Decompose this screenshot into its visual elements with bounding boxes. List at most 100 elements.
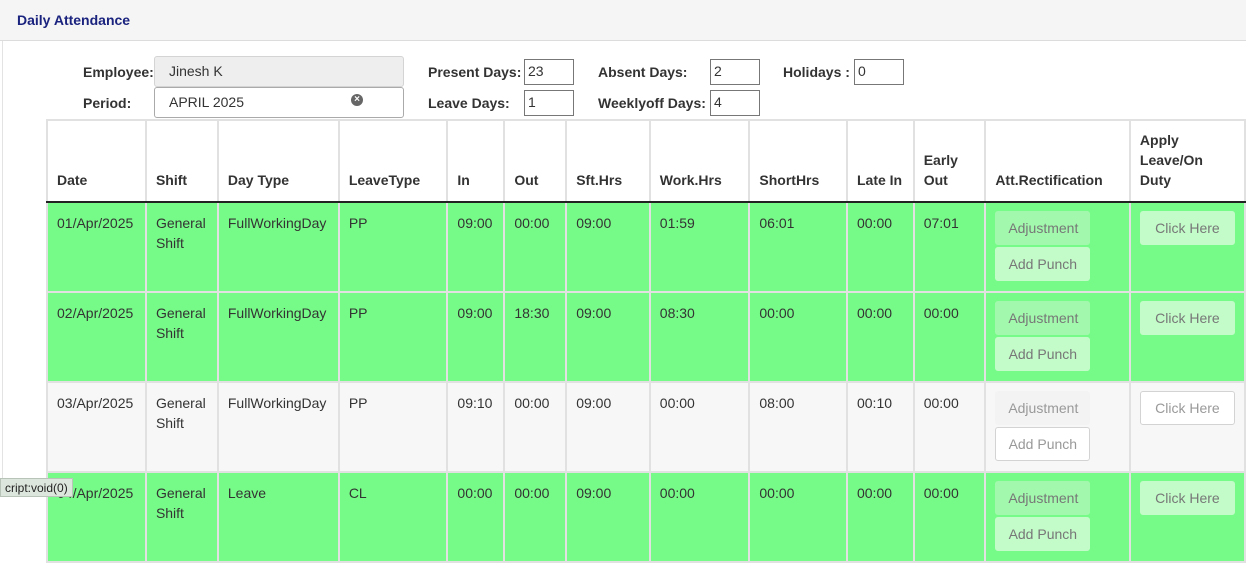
- col-header-apply-leave: Apply Leave/On Duty: [1128, 119, 1246, 203]
- employee-field: Jinesh K: [154, 56, 404, 87]
- cell-sft-hrs: 09:00: [565, 381, 651, 473]
- col-header-in: In: [446, 119, 506, 203]
- add-punch-button[interactable]: Add Punch: [995, 517, 1091, 551]
- cell-late-in: 00:10: [845, 381, 915, 473]
- cell-att-rectification: Adjustment Add Punch: [984, 471, 1131, 563]
- col-header-short-hrs: ShortHrs: [748, 119, 848, 203]
- period-select[interactable]: APRIL 2025 ×: [154, 87, 404, 118]
- add-punch-button[interactable]: Add Punch: [995, 247, 1091, 281]
- cell-late-in: 00:00: [845, 291, 915, 383]
- table-row: 03/Apr/2025 General Shift FullWorkingDay…: [46, 381, 1246, 473]
- cell-shift: General Shift: [144, 201, 219, 293]
- cell-att-rectification: Adjustment Add Punch: [984, 291, 1131, 383]
- click-here-button[interactable]: Click Here: [1139, 301, 1235, 335]
- cell-early-out: 00:00: [912, 471, 987, 563]
- cell-late-in: 00:00: [845, 471, 915, 563]
- page-header: Daily Attendance: [0, 0, 1246, 41]
- cell-in: 09:10: [446, 381, 506, 473]
- cell-short-hrs: 08:00: [748, 381, 848, 473]
- cell-apply-leave: Click Here: [1128, 201, 1246, 293]
- cell-in: 09:00: [446, 291, 506, 383]
- cell-sft-hrs: 09:00: [565, 291, 651, 383]
- cell-early-out: 00:00: [912, 381, 987, 473]
- col-header-leave-type: LeaveType: [337, 119, 449, 203]
- cell-att-rectification: Adjustment Add Punch: [984, 201, 1131, 293]
- cell-day-type: FullWorkingDay: [216, 291, 340, 383]
- cell-late-in: 00:00: [845, 201, 915, 293]
- cell-att-rectification: Adjustment Add Punch: [984, 381, 1131, 473]
- absent-days-input[interactable]: 2: [710, 59, 760, 85]
- col-header-late-in: Late In: [845, 119, 915, 203]
- cell-work-hrs: 00:00: [648, 381, 751, 473]
- adjustment-button[interactable]: Adjustment: [995, 301, 1091, 335]
- col-header-early-out: Early Out: [912, 119, 987, 203]
- browser-status-bar: cript:void(0): [0, 478, 73, 497]
- cell-day-type: FullWorkingDay: [216, 201, 340, 293]
- present-days-input[interactable]: 23: [524, 59, 574, 85]
- cell-out: 00:00: [503, 471, 568, 563]
- col-header-sft-hrs: Sft.Hrs: [565, 119, 651, 203]
- attendance-table: Date Shift Day Type LeaveType In Out Sft…: [46, 119, 1246, 563]
- click-here-button[interactable]: Click Here: [1139, 481, 1235, 515]
- add-punch-button[interactable]: Add Punch: [995, 337, 1091, 371]
- cell-short-hrs: 06:01: [748, 201, 848, 293]
- cell-date: 02/Apr/2025: [46, 291, 147, 383]
- absent-days-label: Absent Days:: [598, 64, 688, 80]
- cell-out: 18:30: [503, 291, 568, 383]
- holidays-input[interactable]: 0: [854, 59, 904, 85]
- col-header-date: Date: [46, 119, 147, 203]
- cell-leave-type: PP: [337, 381, 449, 473]
- table-row: 02/Apr/2025 General Shift FullWorkingDay…: [46, 291, 1246, 383]
- click-here-button[interactable]: Click Here: [1139, 391, 1235, 425]
- holidays-label: Holidays :: [783, 64, 850, 80]
- col-header-shift: Shift: [144, 119, 219, 203]
- cell-work-hrs: 08:30: [648, 291, 751, 383]
- adjustment-button[interactable]: Adjustment: [995, 391, 1091, 425]
- click-here-button[interactable]: Click Here: [1139, 211, 1235, 245]
- period-value: APRIL 2025: [169, 94, 244, 110]
- cell-sft-hrs: 09:00: [565, 471, 651, 563]
- cell-sft-hrs: 09:00: [565, 201, 651, 293]
- cell-short-hrs: 00:00: [748, 291, 848, 383]
- col-header-work-hrs: Work.Hrs: [648, 119, 751, 203]
- table-header-row: Date Shift Day Type LeaveType In Out Sft…: [46, 119, 1246, 203]
- cell-leave-type: CL: [337, 471, 449, 563]
- leave-days-input[interactable]: 1: [524, 90, 574, 116]
- cell-apply-leave: Click Here: [1128, 471, 1246, 563]
- cell-leave-type: PP: [337, 201, 449, 293]
- cell-early-out: 00:00: [912, 291, 987, 383]
- cell-in: 00:00: [446, 471, 506, 563]
- clear-icon[interactable]: ×: [351, 94, 363, 106]
- cell-work-hrs: 00:00: [648, 471, 751, 563]
- cell-in: 09:00: [446, 201, 506, 293]
- present-days-label: Present Days:: [428, 64, 522, 80]
- weeklyoff-days-label: Weeklyoff Days:: [598, 95, 706, 111]
- cell-leave-type: PP: [337, 291, 449, 383]
- col-header-day-type: Day Type: [216, 119, 340, 203]
- table-row: 04/Apr/2025 General Shift Leave CL 00:00…: [46, 471, 1246, 563]
- col-header-att-rectification: Att.Rectification: [984, 119, 1131, 203]
- cell-shift: General Shift: [144, 471, 219, 563]
- cell-date: 01/Apr/2025: [46, 201, 147, 293]
- cell-out: 00:00: [503, 201, 568, 293]
- col-header-out: Out: [503, 119, 568, 203]
- cell-out: 00:00: [503, 381, 568, 473]
- weeklyoff-days-input[interactable]: 4: [710, 90, 760, 116]
- leave-days-label: Leave Days:: [428, 95, 510, 111]
- cell-work-hrs: 01:59: [648, 201, 751, 293]
- period-label: Period:: [83, 95, 132, 111]
- cell-apply-leave: Click Here: [1128, 291, 1246, 383]
- page-title: Daily Attendance: [17, 12, 131, 28]
- table-row: 01/Apr/2025 General Shift FullWorkingDay…: [46, 201, 1246, 293]
- cell-shift: General Shift: [144, 291, 219, 383]
- cell-apply-leave: Click Here: [1128, 381, 1246, 473]
- adjustment-button[interactable]: Adjustment: [995, 481, 1091, 515]
- cell-day-type: Leave: [216, 471, 340, 563]
- table-body: 01/Apr/2025 General Shift FullWorkingDay…: [46, 201, 1246, 563]
- adjustment-button[interactable]: Adjustment: [995, 211, 1091, 245]
- add-punch-button[interactable]: Add Punch: [995, 427, 1091, 461]
- cell-date: 03/Apr/2025: [46, 381, 147, 473]
- cell-shift: General Shift: [144, 381, 219, 473]
- employee-label: Employee:: [83, 64, 154, 80]
- cell-day-type: FullWorkingDay: [216, 381, 340, 473]
